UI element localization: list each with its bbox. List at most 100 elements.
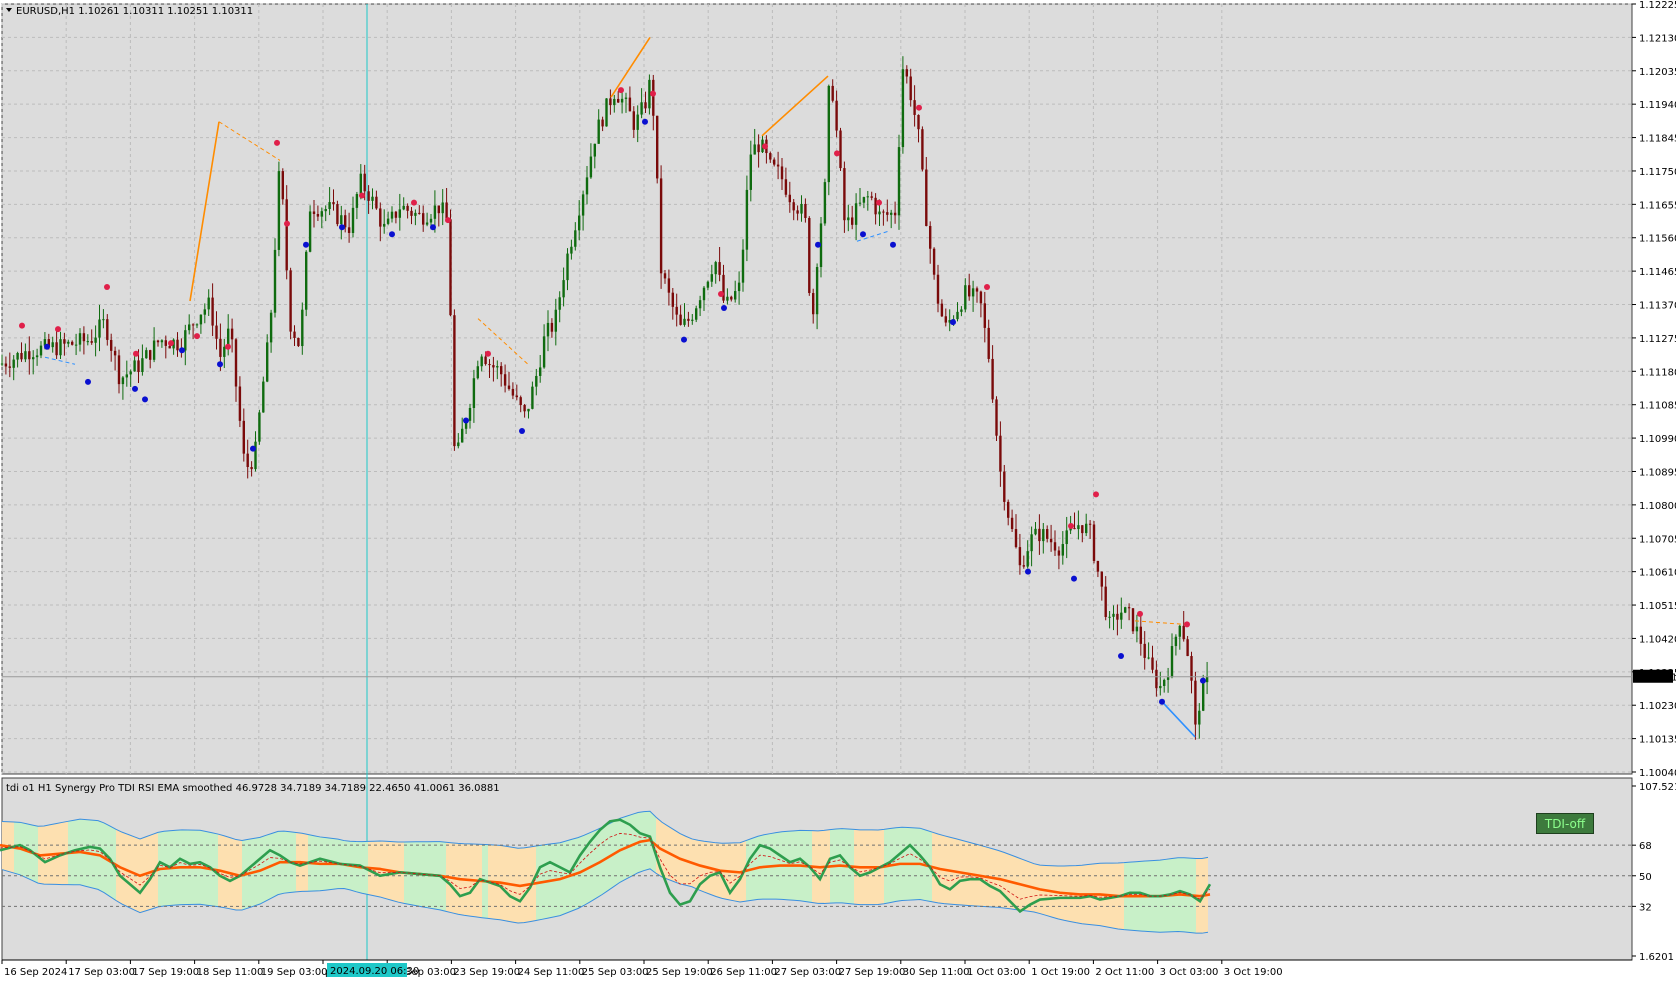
candle-body — [336, 204, 339, 225]
candle-body — [94, 337, 97, 343]
fractal-high-dot — [411, 199, 417, 206]
tdi-off-button[interactable]: TDI-off — [1536, 813, 1594, 834]
candle-body — [901, 69, 905, 148]
fractal-low-dot — [85, 378, 91, 385]
candle-body — [757, 144, 760, 153]
candle-body — [870, 196, 873, 198]
time-axis-label: 30 Sep 11:00 — [903, 967, 970, 978]
candle-body — [195, 324, 199, 326]
chart-canvas[interactable]: 1.12225 1.12130 1.12035 1.11940 1.11845 1.117… — [0, 0, 1676, 982]
price-axis-label: 1.10230 — [1639, 701, 1676, 712]
candle-body — [1034, 528, 1037, 535]
candle-body — [441, 202, 444, 214]
candle-body — [753, 144, 756, 155]
fractal-high-dot — [618, 87, 624, 94]
candle-body — [156, 340, 160, 343]
candle-body — [546, 322, 550, 337]
candle-body — [866, 196, 869, 198]
candle-body — [804, 203, 807, 218]
fractal-low-dot — [815, 241, 821, 248]
candle-body — [453, 315, 456, 447]
candle-body — [457, 442, 460, 447]
fractal-high-dot — [104, 283, 110, 290]
candle-body — [1155, 669, 1158, 689]
candle-body — [363, 173, 366, 192]
fractal-high-dot — [485, 350, 491, 357]
candle-body — [121, 377, 125, 385]
candle-body — [1018, 547, 1022, 566]
candle-body — [129, 371, 132, 375]
candle-body — [1108, 616, 1111, 618]
candle-body — [1163, 679, 1166, 686]
fractal-high-dot — [650, 90, 656, 97]
price-axis-label: 1.11845 — [1639, 134, 1676, 145]
indicator-axis-label: 107.5214 — [1639, 782, 1676, 793]
candle-body — [617, 98, 620, 103]
candle-body — [1194, 680, 1197, 725]
indicator-axis-label: 1.6201 — [1639, 952, 1674, 963]
indicator-axis-label: 50 — [1639, 872, 1652, 883]
candle-body — [1147, 657, 1150, 659]
fractal-low-dot — [519, 428, 525, 435]
candle-body — [152, 340, 156, 360]
candle-body — [925, 169, 928, 226]
candle-body — [1026, 551, 1029, 567]
candle-body — [320, 211, 323, 217]
candle-body — [35, 355, 39, 358]
candle-body — [1057, 550, 1061, 556]
candle-body — [1081, 525, 1084, 534]
fractal-low-dot — [250, 445, 256, 452]
candle-body — [0, 363, 4, 365]
candle-body — [667, 278, 671, 293]
price-axis-label: 1.11465 — [1639, 267, 1676, 278]
candle-body — [773, 159, 776, 165]
candle-body — [117, 355, 121, 385]
candle-body — [960, 309, 963, 312]
candle-body — [125, 374, 128, 378]
candle-body — [675, 306, 678, 315]
candle-body — [511, 388, 515, 396]
price-axis-label: 1.12130 — [1639, 33, 1676, 44]
candle-body — [1151, 657, 1154, 670]
time-axis-label: 17 Sep 19:00 — [132, 967, 199, 978]
candle-body — [468, 407, 472, 421]
candle-body — [277, 171, 281, 250]
candle-body — [882, 211, 885, 213]
candle-body — [597, 119, 600, 144]
candle-body — [1003, 471, 1006, 502]
candle-body — [734, 291, 737, 300]
candle-body — [160, 340, 164, 343]
candle-body — [273, 249, 277, 313]
candle-body — [890, 212, 893, 215]
candle-body — [12, 359, 15, 368]
candle-body — [507, 385, 511, 389]
candle-body — [207, 297, 210, 310]
candle-body — [1124, 607, 1127, 613]
candle-body — [905, 69, 908, 77]
candle-body — [102, 319, 105, 321]
price-axis-label: 1.11370 — [1639, 301, 1676, 312]
price-axis-label: 1.10610 — [1639, 568, 1676, 579]
candle-body — [831, 85, 834, 101]
candle-body — [480, 356, 483, 367]
fractal-high-dot — [1184, 621, 1190, 628]
candle-body — [940, 303, 944, 317]
candle-body — [893, 212, 897, 216]
candle-body — [141, 358, 144, 373]
fractal-low-dot — [1200, 677, 1206, 684]
candle-body — [566, 253, 569, 281]
candle-body — [574, 230, 577, 247]
candle-body — [242, 420, 245, 454]
candle-body — [82, 333, 86, 342]
candle-body — [851, 217, 854, 225]
candle-body — [644, 102, 647, 109]
candle-body — [527, 408, 530, 412]
price-axis-label: 1.11940 — [1639, 100, 1676, 111]
candle-body — [741, 249, 745, 283]
candle-body — [402, 205, 405, 210]
candle-body — [1010, 517, 1014, 530]
candle-body — [769, 153, 772, 160]
candle-body — [562, 280, 565, 298]
candle-body — [722, 274, 725, 301]
candle-body — [539, 367, 542, 376]
